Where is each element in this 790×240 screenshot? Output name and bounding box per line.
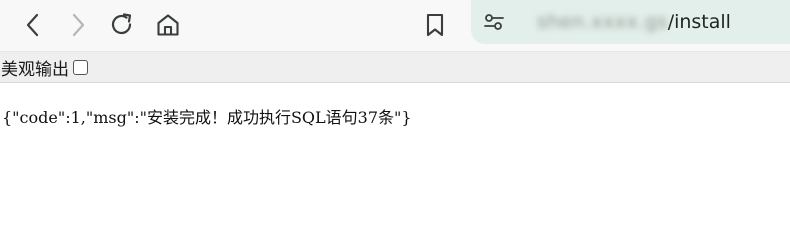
bookmark-button[interactable] [416,6,454,44]
json-response-body: {"code":1,"msg":"安装完成！成功执行SQL语句37条"} [2,108,412,127]
reload-icon [111,13,132,35]
site-settings-icon [484,14,504,30]
url-path: /install [667,11,731,33]
pretty-print-checkbox[interactable] [73,59,88,75]
home-button[interactable] [149,6,187,44]
forward-button[interactable] [59,6,97,44]
url-text[interactable]: shen.xxxx.gs /install [537,11,731,33]
chevron-right-icon [72,13,85,37]
pretty-print-label: 美观输出 [1,59,69,80]
address-bar[interactable]: shen.xxxx.gs /install [471,0,790,44]
pretty-print-bar: 美观输出 [0,52,790,83]
site-settings-button[interactable] [483,11,505,33]
back-button[interactable] [14,6,52,44]
browser-toolbar: shen.xxxx.gs /install [0,0,790,52]
chevron-left-icon [26,13,39,37]
reload-button[interactable] [103,6,141,44]
bookmark-icon [426,13,444,37]
home-icon [157,14,179,36]
url-host: shen.xxxx.gs [537,11,668,33]
